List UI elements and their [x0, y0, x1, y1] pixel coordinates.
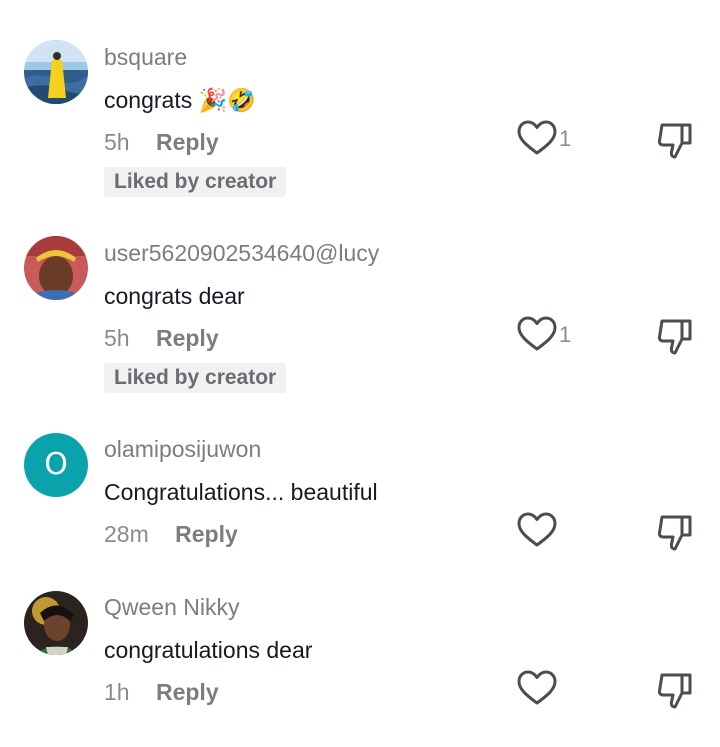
liked-by-creator-badge: Liked by creator	[104, 363, 287, 393]
comment-meta: 5h Reply	[104, 325, 219, 352]
thumbs-down-outline-icon[interactable]	[657, 318, 693, 356]
reply-button[interactable]: Reply	[156, 679, 219, 705]
comment-meta: 28m Reply	[104, 521, 238, 548]
thumbs-down-outline-icon[interactable]	[657, 122, 693, 160]
liked-by-creator-badge: Liked by creator	[104, 167, 287, 197]
avatar[interactable]: O	[24, 433, 88, 497]
comment-time: 1h	[104, 679, 130, 705]
comment-username[interactable]: bsquare	[104, 44, 187, 71]
avatar[interactable]	[24, 591, 88, 655]
comment-text: congrats dear	[104, 283, 245, 309]
comment-username[interactable]: user5620902534640@lucy	[104, 240, 379, 267]
like-count: 1	[559, 322, 572, 347]
comment-time: 28m	[104, 521, 149, 547]
comment-username[interactable]: olamiposijuwon	[104, 436, 261, 463]
heart-outline-icon[interactable]	[517, 120, 557, 156]
like-count: 1	[559, 126, 572, 151]
comment-meta: 1h Reply	[104, 679, 219, 706]
comment-time: 5h	[104, 325, 130, 351]
heart-outline-icon[interactable]	[517, 670, 557, 706]
heart-outline-icon[interactable]	[517, 512, 557, 548]
comment-text: congratulations dear	[104, 637, 313, 663]
comment-meta: 5h Reply	[104, 129, 219, 156]
comment-text: congrats 🎉🤣	[104, 87, 256, 114]
reply-button[interactable]: Reply	[175, 521, 238, 547]
comment-text-body: congrats	[104, 87, 193, 113]
reply-button[interactable]: Reply	[156, 325, 219, 351]
thumbs-down-outline-icon[interactable]	[657, 514, 693, 552]
thumbs-down-outline-icon[interactable]	[657, 672, 693, 710]
emoji-icons: 🎉🤣	[198, 87, 256, 113]
avatar[interactable]	[24, 40, 88, 104]
heart-outline-icon[interactable]	[517, 316, 557, 352]
comment-username[interactable]: Qween Nikky	[104, 594, 239, 621]
comment-text: Congratulations... beautiful	[104, 479, 378, 505]
avatar[interactable]	[24, 236, 88, 300]
reply-button[interactable]: Reply	[156, 129, 219, 155]
comment-time: 5h	[104, 129, 130, 155]
